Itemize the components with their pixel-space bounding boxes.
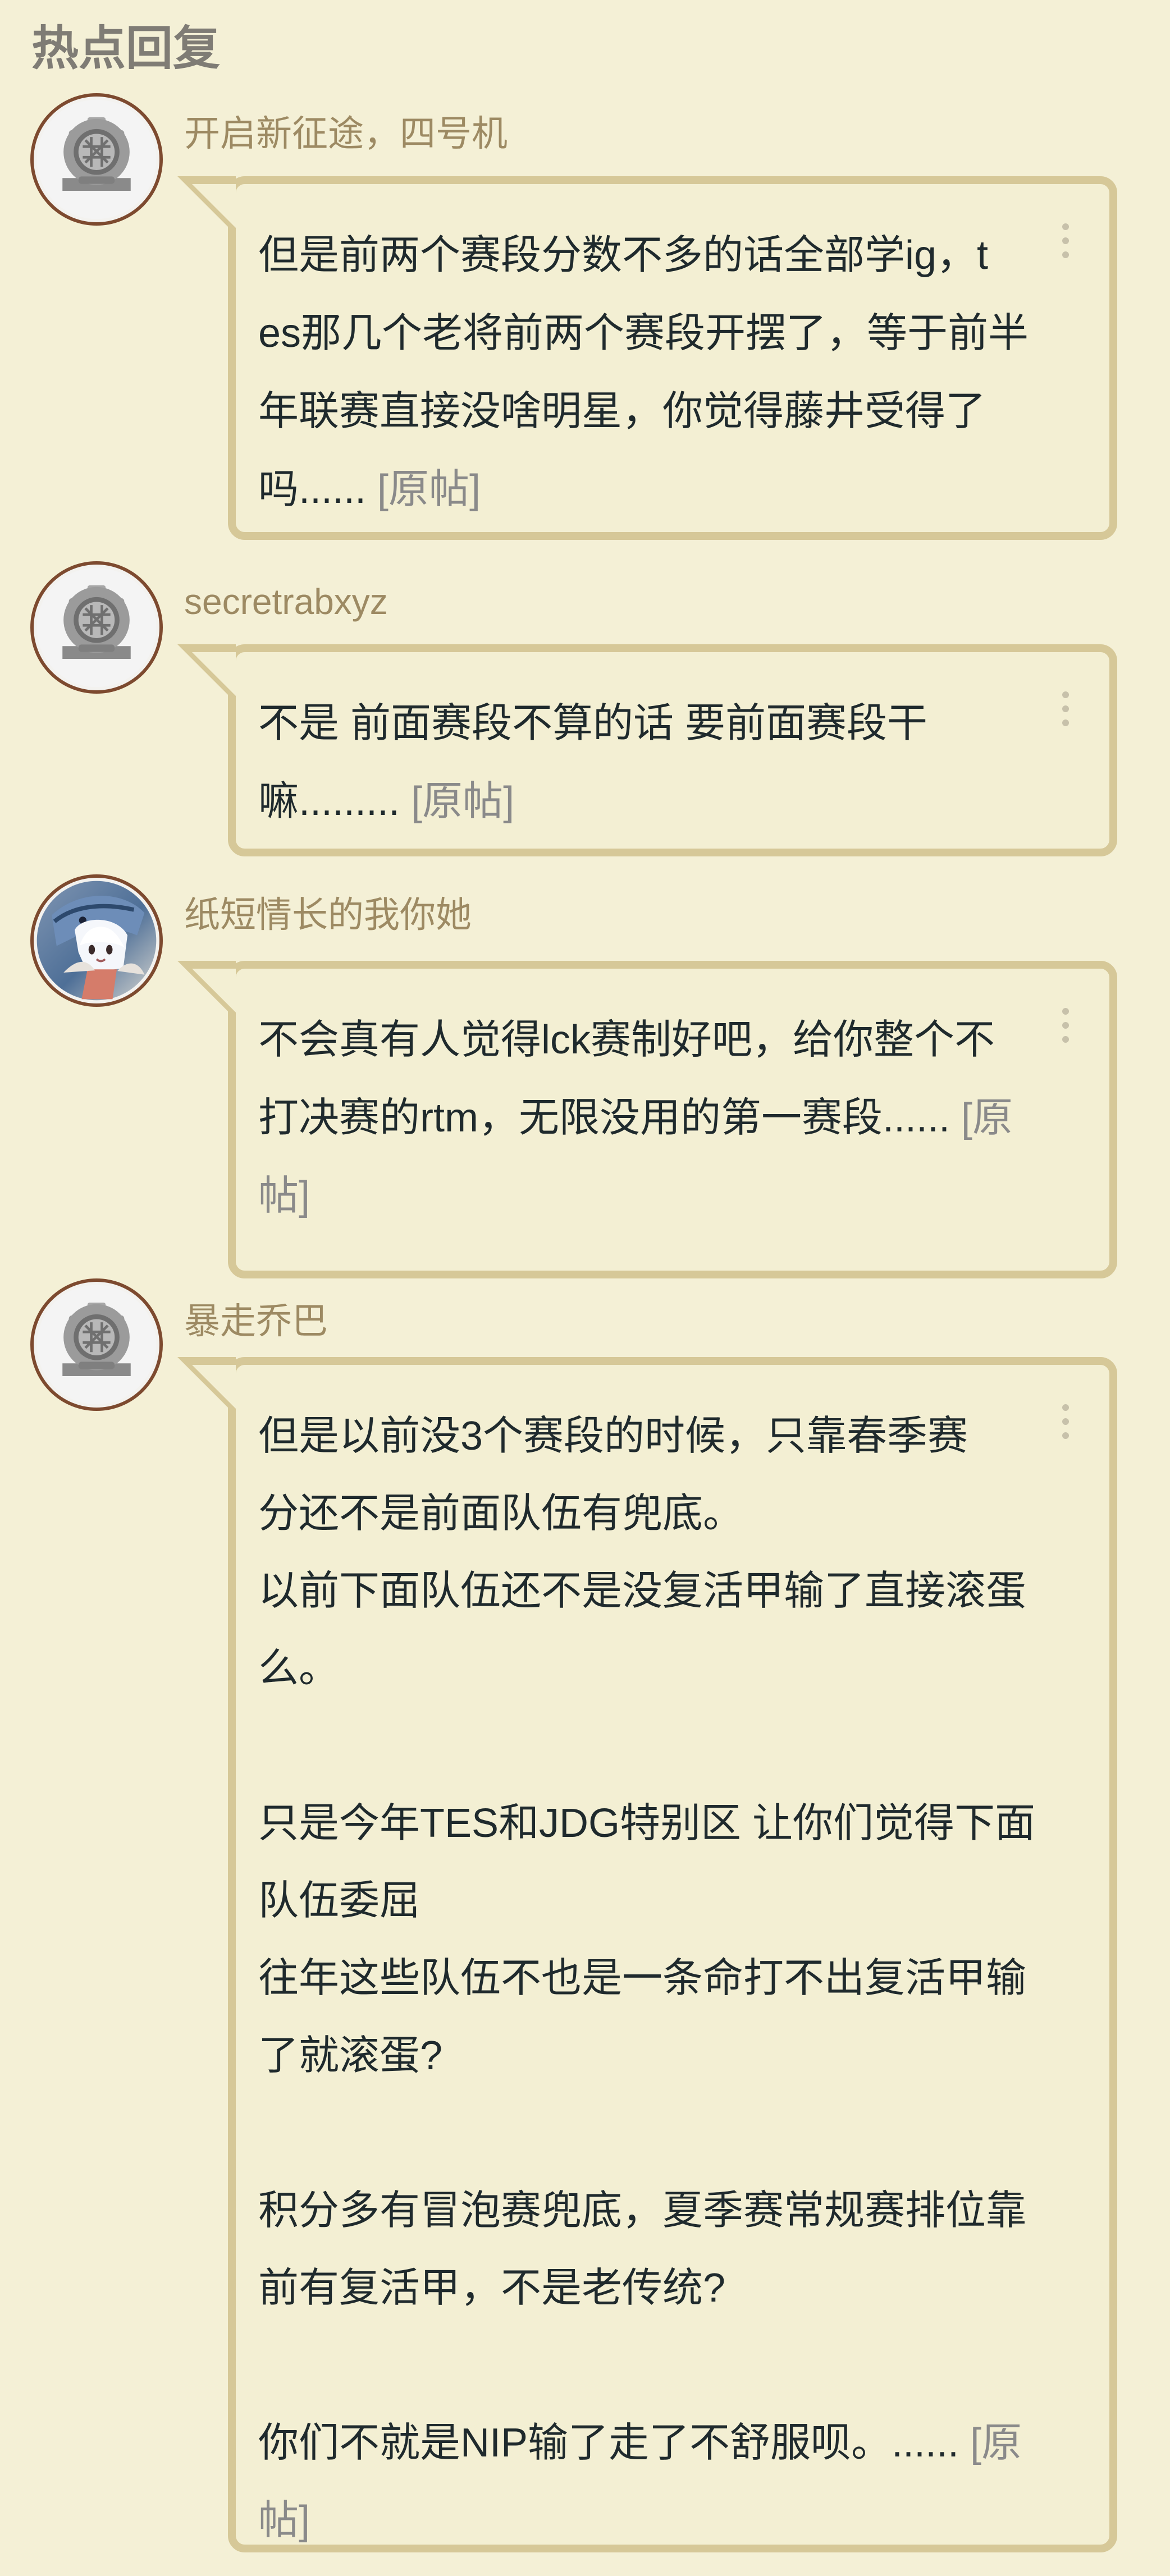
more-dot (1062, 251, 1069, 258)
reply-content: 不会真有人觉得lck赛制好吧，给你整个不 打决赛的rtm，无限没用的第一赛段..… (258, 1017, 995, 1140)
more-dot (1062, 1418, 1069, 1425)
original-post-link[interactable]: [原帖] (377, 467, 481, 512)
more-dot (1062, 1022, 1069, 1029)
reply-bubble: 不会真有人觉得lck赛制好吧，给你整个不 打决赛的rtm，无限没用的第一赛段..… (177, 961, 1117, 1278)
username[interactable]: 纸短情长的我你她 (184, 892, 472, 937)
reply-content: 但是以前没3个赛段的时候，只靠春季赛 分还不是前面队伍有兜底。 以前下面队伍还不… (258, 1414, 1036, 2465)
user-avatar[interactable] (30, 874, 163, 1007)
diver-helmet-icon (36, 99, 157, 219)
reply-bubble: 但是以前没3个赛段的时候，只靠春季赛 分还不是前面队伍有兜底。 以前下面队伍还不… (177, 1357, 1117, 2552)
more-vertical-icon[interactable] (1062, 223, 1069, 258)
reply-bubble: 不是 前面赛段不算的话 要前面赛段干 嘛......... [原帖] (177, 644, 1117, 856)
more-dot (1062, 1432, 1069, 1439)
more-dot (1062, 1404, 1069, 1411)
more-vertical-icon[interactable] (1062, 1404, 1069, 1439)
reply-content: 不是 前面赛段不算的话 要前面赛段干 嘛......... (258, 701, 928, 824)
more-dot (1062, 705, 1069, 712)
user-avatar[interactable] (30, 1278, 163, 1411)
anime-girl-fish-avatar (36, 881, 157, 1001)
more-dot (1062, 223, 1069, 230)
reply-content: 但是前两个赛段分数不多的话全部学ig，t es那几个老将前两个赛段开摆了，等于前… (258, 233, 1029, 512)
reply-text: 但是以前没3个赛段的时候，只靠春季赛 分还不是前面队伍有兜底。 以前下面队伍还不… (258, 1397, 1061, 2559)
reply-bubble: 但是前两个赛段分数不多的话全部学ig，t es那几个老将前两个赛段开摆了，等于前… (177, 176, 1117, 540)
original-post-link[interactable]: [原帖] (411, 779, 514, 824)
user-avatar[interactable] (30, 561, 163, 694)
more-vertical-icon[interactable] (1062, 1008, 1069, 1043)
diver-helmet-icon (36, 567, 157, 687)
more-vertical-icon[interactable] (1062, 691, 1069, 726)
username[interactable]: secretrabxyz (184, 579, 388, 624)
more-dot (1062, 719, 1069, 726)
user-avatar[interactable] (30, 93, 163, 226)
reply-text: 但是前两个赛段分数不多的话全部学ig，t es那几个老将前两个赛段开摆了，等于前… (258, 217, 1061, 529)
username[interactable]: 开启新征途，四号机 (184, 111, 508, 156)
more-dot (1062, 237, 1069, 244)
more-dot (1062, 1036, 1069, 1043)
more-dot (1062, 1008, 1069, 1015)
diver-helmet-icon (36, 1285, 157, 1405)
more-dot (1062, 691, 1069, 698)
reply-text: 不会真有人觉得lck赛制好吧，给你整个不 打决赛的rtm，无限没用的第一赛段..… (258, 1001, 1061, 1235)
reply-text: 不是 前面赛段不算的话 要前面赛段干 嘛......... [原帖] (258, 685, 1061, 841)
section-title: 热点回复 (31, 22, 221, 75)
username[interactable]: 暴走乔巴 (184, 1299, 328, 1344)
